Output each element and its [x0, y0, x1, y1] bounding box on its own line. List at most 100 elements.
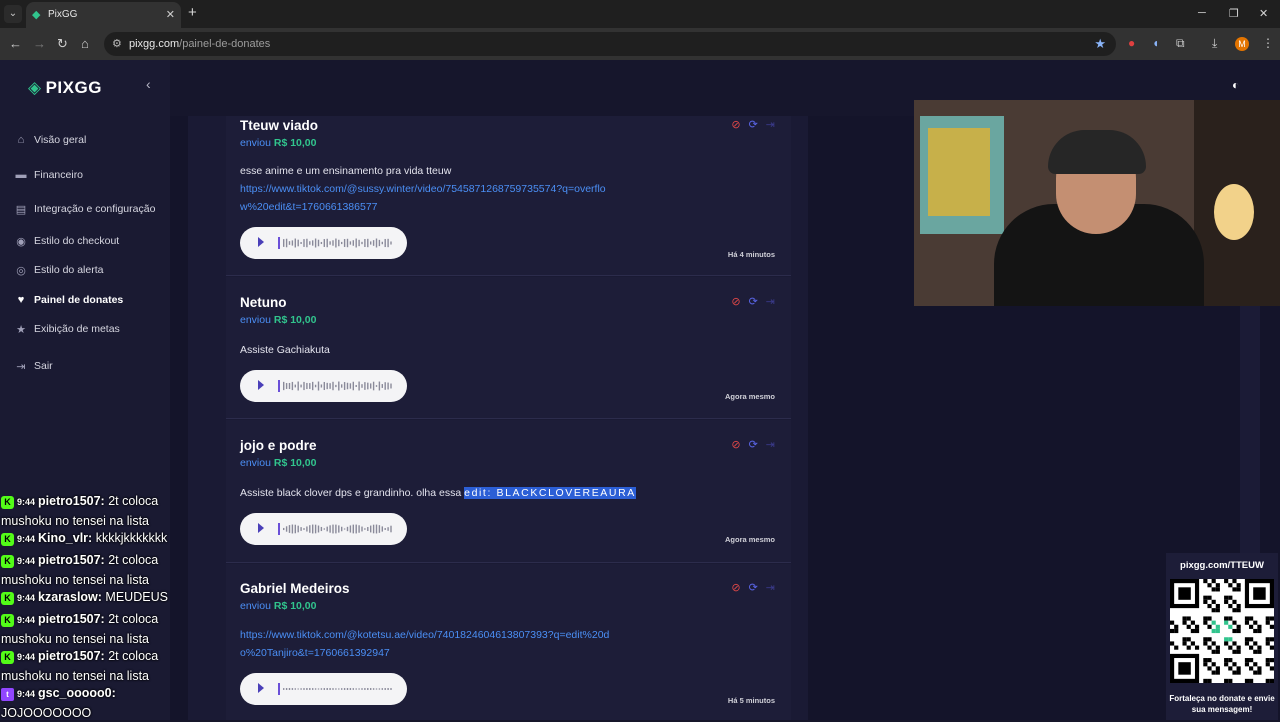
waveform-bar: [341, 688, 343, 690]
sidebar-item-estilo-alerta[interactable]: ◎ Estilo do alerta: [14, 264, 164, 284]
url-text[interactable]: pixgg.com/painel-de-donates: [129, 38, 270, 50]
donation-link[interactable]: https://www.tiktok.com/@kotetsu.ae/video…: [240, 626, 610, 662]
waveform-bar: [317, 688, 320, 690]
waveform-bar: [381, 241, 383, 245]
site-info-icon[interactable]: ⚙: [112, 37, 122, 50]
waveform-bar: [346, 526, 349, 532]
donation-time: Há 4 minutos: [727, 250, 775, 259]
forward-icon[interactable]: →: [33, 36, 46, 51]
block-icon[interactable]: ⊘: [731, 119, 740, 131]
waveform-bar: [306, 382, 308, 390]
donation-amount: enviou R$ 10,00: [240, 137, 317, 149]
qr-module: [1228, 666, 1233, 671]
replay-icon[interactable]: ⟳: [749, 119, 758, 131]
donation-card: jojo e podre ⊘ ⟳ ⇥ enviou R$ 10,00 Assiste…: [226, 420, 791, 563]
qr-module: [1269, 637, 1274, 642]
waveform-bar: [314, 384, 317, 388]
sidebar-item-painel-donates[interactable]: ♥ Painel de donates: [14, 294, 164, 314]
audio-player[interactable]: [240, 513, 407, 545]
qr-module: [1186, 637, 1191, 642]
waveform-bar: [341, 241, 343, 245]
waveform-bar: [384, 238, 386, 248]
waveform[interactable]: [278, 683, 393, 695]
browser-tab[interactable]: ◆ PixGG ✕: [26, 2, 181, 28]
theme-toggle-icon[interactable]: ◐: [1232, 78, 1262, 92]
tab-search-dropdown[interactable]: ⌄: [4, 5, 22, 23]
selected-text[interactable]: edit: BLACKCLOVEREAURA: [464, 487, 636, 499]
waveform[interactable]: [278, 237, 393, 249]
qr-module: [1211, 579, 1216, 584]
tab-close-icon[interactable]: ✕: [166, 8, 175, 21]
waveform-bar: [384, 688, 386, 690]
qr-finder: [1178, 587, 1191, 600]
play-icon[interactable]: [258, 523, 264, 533]
qr-module: [1207, 678, 1212, 683]
qr-module: [1182, 616, 1187, 621]
waveform-bar: [387, 688, 389, 690]
block-icon[interactable]: ⊘: [731, 582, 740, 594]
play-icon[interactable]: [258, 237, 264, 247]
donation-card: Gabriel Medeiros ⊘ ⟳ ⇥ enviou R$ 10,00 htt…: [226, 564, 791, 720]
qr-module: [1207, 666, 1212, 671]
replay-icon[interactable]: ⟳: [749, 582, 758, 594]
audio-player[interactable]: [240, 673, 407, 705]
bookmark-star-icon[interactable]: ★: [1094, 36, 1106, 52]
qr-module: [1228, 658, 1233, 663]
waveform-bar: [285, 526, 288, 532]
waveform[interactable]: [278, 523, 393, 535]
address-bar[interactable]: ⚙ pixgg.com/painel-de-donates ★: [104, 32, 1116, 56]
qr-module: [1182, 620, 1187, 625]
browser-menu-icon[interactable]: ⋮: [1262, 36, 1274, 50]
extension-audio-icon[interactable]: ◖: [1152, 36, 1159, 50]
extensions-puzzle-icon[interactable]: ⧉: [1176, 36, 1185, 51]
audio-player[interactable]: [240, 227, 407, 259]
playhead: [278, 237, 280, 249]
waveform-bar: [300, 688, 302, 690]
new-tab-icon[interactable]: +: [188, 4, 197, 21]
waveform-bar: [378, 525, 381, 533]
sidebar-item-sair[interactable]: ⇥ Sair: [14, 360, 164, 380]
qr-module: [1257, 624, 1262, 629]
skip-icon[interactable]: ⇥: [766, 119, 775, 131]
qr-module: [1203, 658, 1208, 663]
minimize-icon[interactable]: ─: [1198, 7, 1206, 19]
extension-record-icon[interactable]: ●: [1128, 36, 1135, 50]
sidebar-item-visao-geral[interactable]: ⌂ Visão geral: [14, 134, 164, 154]
play-icon[interactable]: [258, 380, 264, 390]
replay-icon[interactable]: ⟳: [749, 439, 758, 451]
playhead: [278, 380, 280, 392]
waveform-bar: [372, 524, 375, 534]
audio-player[interactable]: [240, 370, 407, 402]
waveform[interactable]: [278, 380, 393, 392]
close-window-icon[interactable]: ✕: [1259, 7, 1268, 20]
profile-avatar[interactable]: M: [1235, 37, 1249, 51]
waveform-bar: [288, 382, 291, 390]
home-browser-icon[interactable]: ⌂: [81, 36, 89, 51]
qr-module: [1211, 670, 1216, 675]
sidebar-item-financeiro[interactable]: ▬ Financeiro: [14, 169, 164, 189]
replay-icon[interactable]: ⟳: [749, 296, 758, 308]
reload-icon[interactable]: ↻: [57, 36, 68, 52]
skip-icon[interactable]: ⇥: [766, 582, 775, 594]
qr-module: [1257, 645, 1262, 650]
back-icon[interactable]: ←: [9, 36, 22, 51]
sidebar-item-exibicao-metas[interactable]: ★ Exibição de metas: [14, 323, 164, 343]
collapse-sidebar-icon[interactable]: ‹: [146, 76, 151, 92]
download-icon[interactable]: ⤓: [1212, 36, 1217, 51]
qr-module: [1186, 624, 1191, 629]
waveform-bar: [387, 527, 389, 531]
block-icon[interactable]: ⊘: [731, 439, 740, 451]
skip-icon[interactable]: ⇥: [766, 296, 775, 308]
qr-module: [1249, 637, 1254, 642]
sidebar-item-estilo-checkout[interactable]: ◉ Estilo do checkout: [14, 235, 164, 255]
play-icon[interactable]: [258, 683, 264, 693]
waveform-bar: [303, 688, 305, 690]
donation-link[interactable]: https://www.tiktok.com/@sussy.winter/vid…: [240, 180, 620, 216]
pixgg-logo[interactable]: ◈ PIXGG: [28, 78, 102, 98]
waveform-bar: [309, 688, 311, 690]
sidebar-item-integracao[interactable]: ▤ Integração e configuração: [14, 203, 164, 223]
restore-icon[interactable]: ❐: [1229, 7, 1239, 20]
block-icon[interactable]: ⊘: [731, 296, 740, 308]
skip-icon[interactable]: ⇥: [766, 439, 775, 451]
qr-module: [1211, 641, 1216, 646]
